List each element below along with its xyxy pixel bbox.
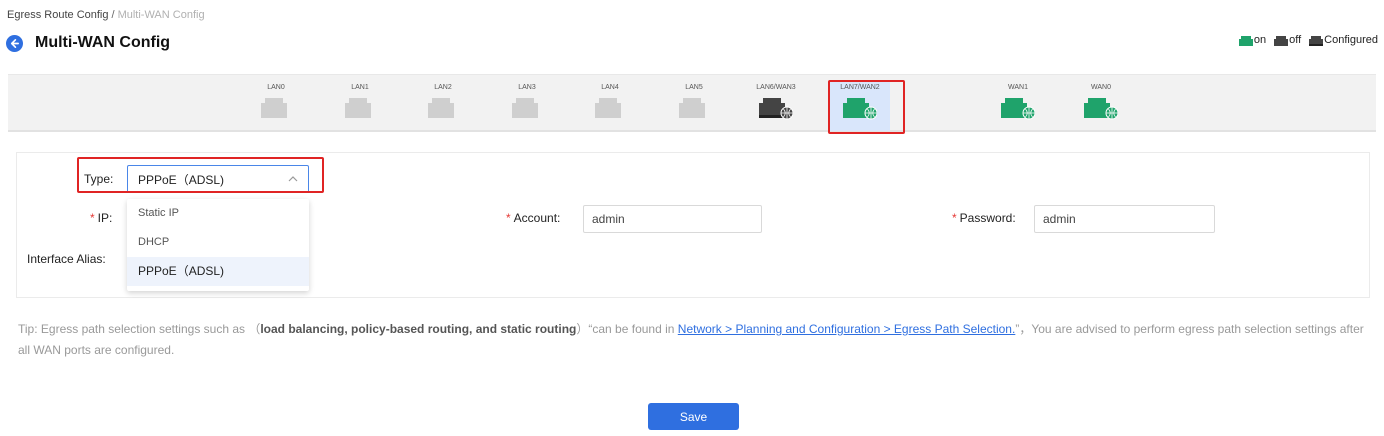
port-lan5[interactable]: LAN5 — [664, 83, 724, 120]
wan-port-on-icon — [843, 98, 877, 120]
save-button[interactable]: Save — [648, 403, 739, 430]
password-input[interactable] — [1034, 205, 1215, 233]
breadcrumb-current: Multi-WAN Config — [117, 9, 205, 21]
password-label-text: Password: — [959, 211, 1016, 225]
type-dropdown-menu: Static IP DHCP PPPoE（ADSL) — [127, 199, 309, 291]
option-static-ip[interactable]: Static IP — [127, 199, 309, 228]
wan-port-on-icon — [1084, 98, 1118, 120]
port-configured-icon — [1309, 35, 1324, 46]
ethernet-port-icon — [595, 98, 621, 118]
port-lan7-wan2[interactable]: LAN7/WAN2 — [830, 81, 890, 131]
tip-prefix: Tip: Egress path selection settings such… — [18, 322, 261, 336]
required-mark: * — [952, 211, 957, 225]
port-label: LAN7/WAN2 — [840, 84, 880, 91]
ip-label-text: IP: — [97, 211, 113, 225]
port-label: WAN0 — [1091, 84, 1111, 91]
port-lan0[interactable]: LAN0 — [246, 83, 306, 120]
ethernet-port-icon — [512, 98, 538, 118]
port-panel: LAN0 LAN1 LAN2 LAN3 LAN4 LAN5 LAN6/WAN3 … — [8, 74, 1376, 132]
tip-bold: load balancing, policy-based routing, an… — [260, 322, 577, 336]
title-row: Multi-WAN Config — [6, 32, 170, 54]
ethernet-port-icon — [261, 98, 287, 118]
required-mark: * — [90, 211, 95, 225]
option-pppoe[interactable]: PPPoE（ADSL) — [127, 257, 309, 286]
port-label: LAN3 — [518, 84, 536, 91]
tip-text: Tip: Egress path selection settings such… — [18, 319, 1378, 361]
type-select[interactable]: PPPoE（ADSL) — [127, 165, 309, 193]
port-lan1[interactable]: LAN1 — [330, 83, 390, 120]
egress-path-link[interactable]: Network > Planning and Configuration > E… — [678, 322, 1016, 336]
port-wan0[interactable]: WAN0 — [1071, 83, 1131, 120]
port-label: LAN6/WAN3 — [756, 84, 796, 91]
port-label: LAN0 — [267, 84, 285, 91]
wan-port-off-icon — [759, 98, 793, 120]
port-lan3[interactable]: LAN3 — [497, 83, 557, 120]
tip-middle: ）“can be found in — [576, 322, 678, 336]
ethernet-port-icon — [679, 98, 705, 118]
legend-label-off: off — [1289, 34, 1302, 46]
port-label: LAN5 — [685, 84, 703, 91]
account-label-text: Account: — [513, 211, 561, 225]
port-label: LAN4 — [601, 84, 619, 91]
port-off-icon — [1274, 35, 1289, 46]
legend-item-off: off — [1274, 34, 1301, 46]
account-input[interactable] — [583, 205, 762, 233]
port-wan1[interactable]: WAN1 — [988, 83, 1048, 120]
chevron-up-icon — [288, 176, 298, 182]
legend-label-configured: Configured — [1324, 34, 1378, 46]
interface-alias-label: Interface Alias: — [27, 252, 106, 266]
port-label: LAN1 — [351, 84, 369, 91]
port-legend: on off Configured — [1231, 34, 1378, 46]
page-title: Multi-WAN Config — [35, 34, 171, 51]
legend-item-on: on — [1238, 34, 1267, 46]
ip-label: * IP: — [90, 211, 112, 225]
back-button[interactable] — [6, 34, 23, 52]
port-lan2[interactable]: LAN2 — [413, 83, 473, 120]
legend-item-configured: Configured — [1309, 34, 1378, 46]
option-dhcp[interactable]: DHCP — [127, 228, 309, 257]
legend-label-on: on — [1253, 34, 1267, 46]
port-on-icon — [1238, 35, 1253, 46]
required-mark: * — [506, 211, 511, 225]
ethernet-port-icon — [345, 98, 371, 118]
account-label: * Account: — [506, 211, 560, 225]
port-label: LAN2 — [434, 84, 452, 91]
type-select-value: PPPoE（ADSL) — [138, 172, 225, 187]
breadcrumb: Egress Route Config / Multi-WAN Config — [7, 9, 205, 21]
type-label: Type: — [84, 172, 114, 186]
port-lan4[interactable]: LAN4 — [580, 83, 640, 120]
port-label: WAN1 — [1008, 84, 1028, 91]
ethernet-port-icon — [428, 98, 454, 118]
port-lan6-wan3[interactable]: LAN6/WAN3 — [746, 83, 806, 120]
password-label: * Password: — [952, 211, 1016, 225]
wan-port-on-icon — [1001, 98, 1035, 120]
breadcrumb-separator: / — [111, 9, 115, 21]
arrow-left-icon — [10, 38, 19, 48]
breadcrumb-parent[interactable]: Egress Route Config — [7, 9, 109, 21]
